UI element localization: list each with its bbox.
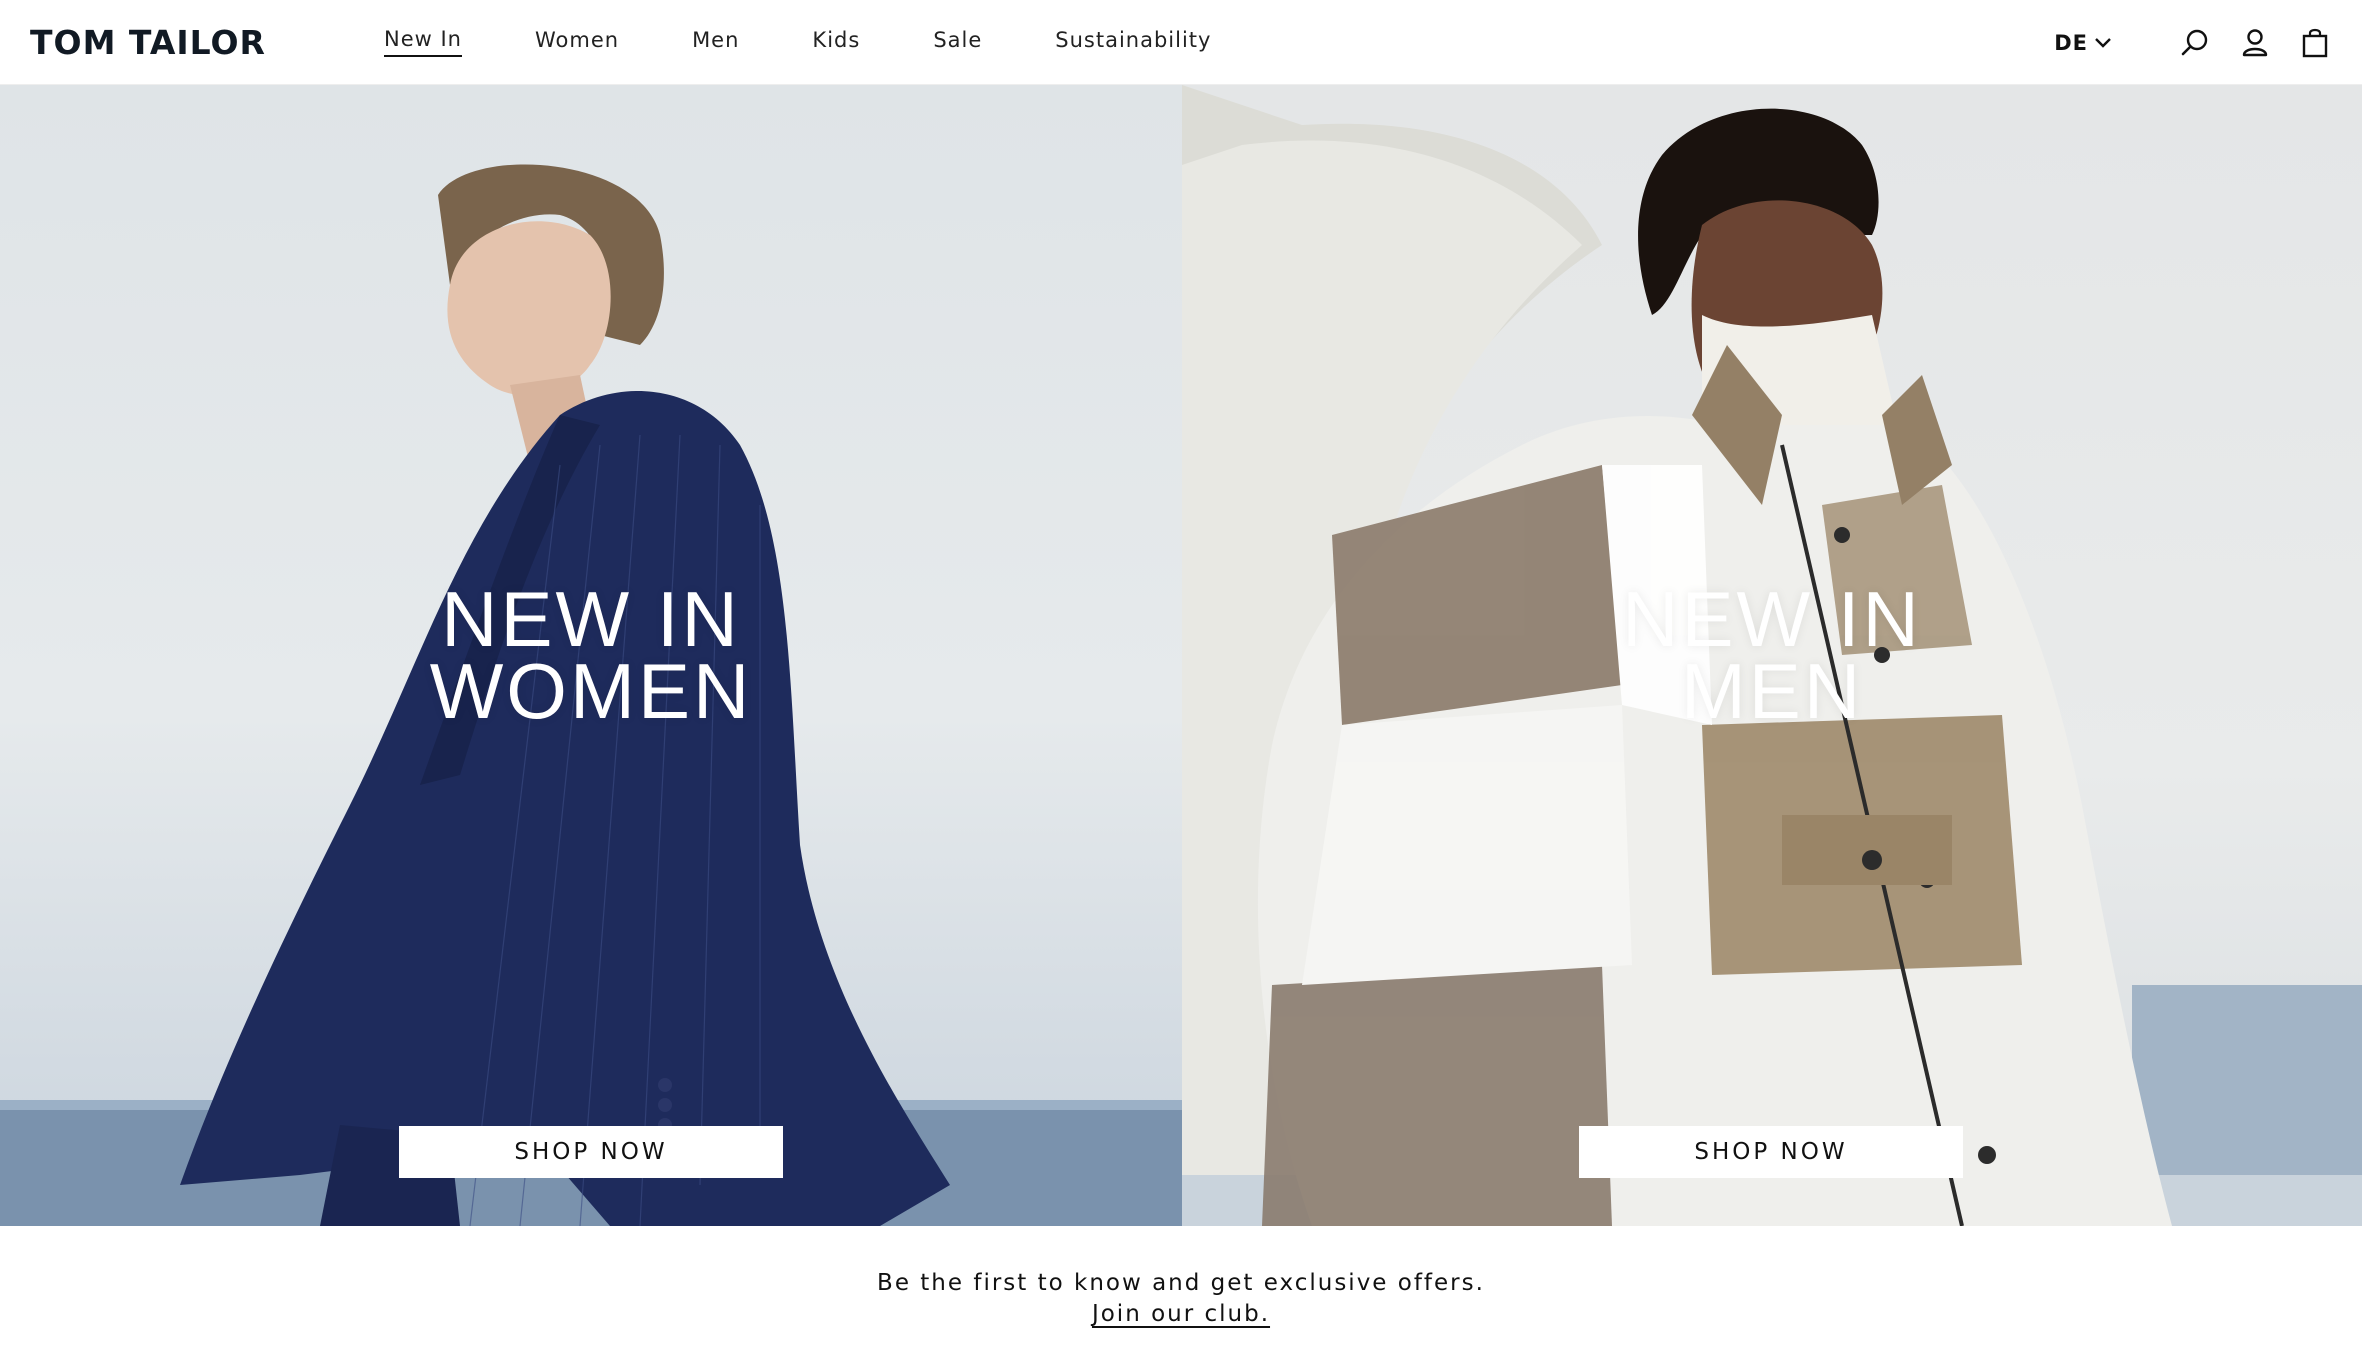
women-title-line2: WOMEN — [429, 647, 753, 735]
men-title-line2: MEN — [1680, 647, 1864, 735]
bag-icon[interactable] — [2298, 26, 2332, 60]
men-panel-title: NEW IN MEN — [1182, 575, 2362, 735]
site-header: TOM TAILOR New In Women Men Kids Sale Su… — [0, 0, 2362, 85]
women-title-line1: NEW IN — [441, 575, 741, 663]
join-club-link[interactable]: Join our club. — [1092, 1301, 1270, 1327]
nav-item-women[interactable]: Women — [535, 28, 619, 56]
account-icon[interactable] — [2238, 26, 2272, 60]
club-promo-text: Be the first to know and get exclusive o… — [877, 1270, 1485, 1296]
club-signup-banner: Be the first to know and get exclusive o… — [0, 1226, 2362, 1370]
language-selector[interactable]: DE — [2054, 31, 2112, 55]
brand-logo[interactable]: TOM TAILOR — [30, 22, 266, 62]
brand-name: TOM TAILOR — [30, 22, 266, 62]
shop-now-men-button[interactable]: SHOP NOW — [1579, 1126, 1963, 1178]
women-panel-title: NEW IN WOMEN — [0, 575, 1182, 735]
club-join-wrapper: Join our club. — [0, 1301, 2362, 1327]
shop-now-women-button[interactable]: SHOP NOW — [399, 1126, 783, 1178]
men-title-line1: NEW IN — [1622, 575, 1922, 663]
nav-item-sustainability[interactable]: Sustainability — [1055, 28, 1211, 56]
hero-panel-women[interactable]: NEW IN WOMEN SHOP NOW — [0, 85, 1182, 1226]
nav-item-sale[interactable]: Sale — [933, 28, 982, 56]
nav-item-kids[interactable]: Kids — [812, 28, 860, 56]
header-utilities: DE — [2054, 22, 2332, 64]
hero-panel-men[interactable]: NEW IN MEN SHOP NOW — [1182, 85, 2362, 1226]
nav-item-men[interactable]: Men — [692, 28, 739, 56]
language-code: DE — [2054, 31, 2088, 55]
hero-banner: NEW IN WOMEN SHOP NOW NEW IN MEN SHOP NO… — [0, 85, 2362, 1226]
main-nav: New In Women Men Kids Sale Sustainabilit… — [384, 22, 1284, 62]
search-icon[interactable] — [2178, 26, 2212, 60]
chevron-down-icon — [2095, 38, 2111, 48]
nav-item-new-in[interactable]: New In — [384, 27, 462, 57]
